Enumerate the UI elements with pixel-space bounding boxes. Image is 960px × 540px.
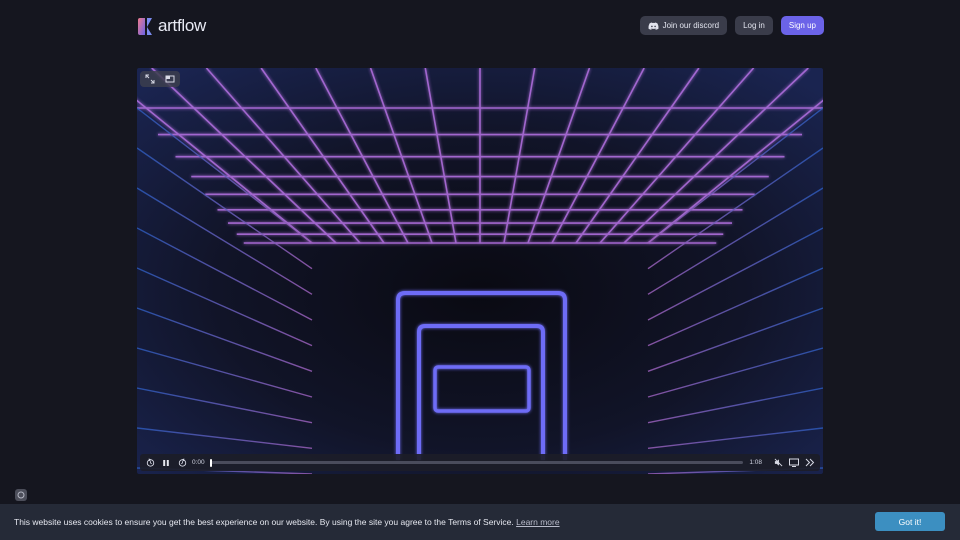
join-discord-label: Join our discord (662, 21, 720, 30)
learn-more-link[interactable]: Learn more (516, 517, 559, 527)
logo-text: artflow (158, 16, 206, 35)
video-control-bar: 0:00 1:08 (140, 454, 820, 471)
forward-icon (178, 458, 186, 467)
video-player[interactable]: 0:00 1:08 (137, 68, 823, 474)
mute-button[interactable] (772, 457, 784, 469)
duration: 1:08 (749, 459, 762, 466)
logo-mark-icon (138, 17, 152, 35)
pause-icon (163, 459, 169, 466)
progress-handle[interactable] (209, 458, 212, 467)
chat-icon (17, 491, 25, 499)
cookie-accept-button[interactable]: Got it! (875, 512, 945, 531)
volume-muted-icon (774, 458, 782, 467)
picture-in-picture-icon[interactable] (165, 74, 175, 84)
expand-icon[interactable] (145, 74, 155, 84)
chevrons-right-icon (805, 458, 815, 467)
rewind-button[interactable] (144, 457, 156, 469)
cast-icon (789, 458, 799, 467)
pause-button[interactable] (160, 457, 172, 469)
video-frame (137, 68, 823, 474)
top-nav: Join our discord Log in Sign up (639, 16, 824, 35)
logo[interactable]: artflow (136, 16, 206, 36)
current-time: 0:00 (192, 459, 205, 466)
forward-button[interactable] (176, 457, 188, 469)
cookie-banner: This website uses cookies to ensure you … (0, 504, 960, 540)
signup-button[interactable]: Sign up (780, 16, 824, 35)
video-top-controls (140, 71, 180, 87)
cookie-text: This website uses cookies to ensure you … (14, 517, 560, 527)
chat-widget-button[interactable] (15, 489, 27, 501)
more-button[interactable] (804, 457, 816, 469)
progress-bar[interactable] (209, 458, 744, 467)
cookie-message: This website uses cookies to ensure you … (14, 517, 514, 527)
discord-icon (648, 22, 659, 30)
join-discord-button[interactable]: Join our discord (639, 16, 728, 35)
login-button[interactable]: Log in (735, 16, 773, 35)
cast-button[interactable] (788, 457, 800, 469)
rewind-icon (146, 458, 154, 467)
